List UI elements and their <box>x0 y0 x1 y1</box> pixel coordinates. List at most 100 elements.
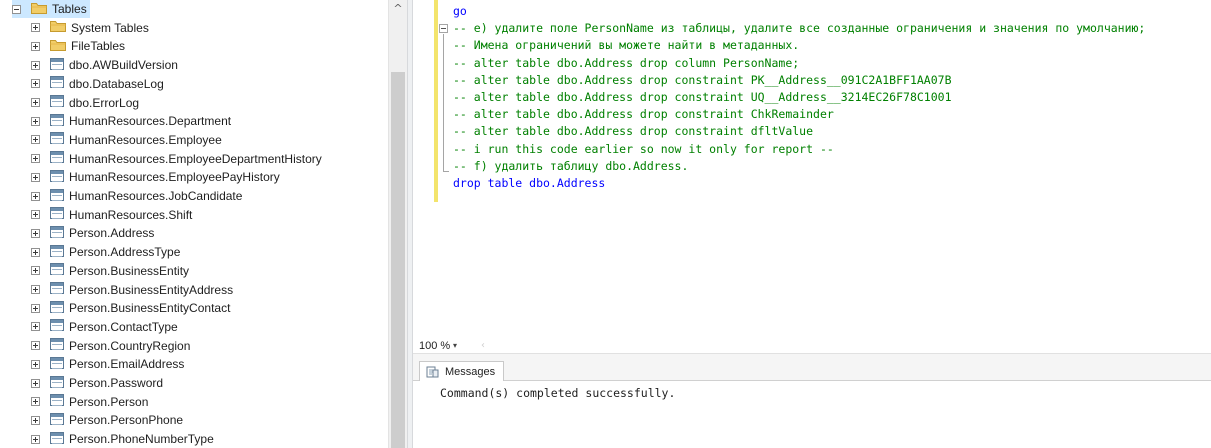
tree-node[interactable]: Person.Password <box>31 374 163 392</box>
object-explorer-scrollbar[interactable]: ^ <box>388 0 407 448</box>
expand-icon[interactable] <box>31 285 40 294</box>
code-line[interactable]: go <box>453 3 467 20</box>
code-line[interactable]: -- alter table dbo.Address drop constrai… <box>453 89 952 106</box>
change-tracking-bar <box>434 0 438 202</box>
expand-icon[interactable] <box>31 116 40 126</box>
expand-icon[interactable] <box>31 210 40 220</box>
table-icon <box>50 300 64 316</box>
tree-node[interactable]: Person.CountryRegion <box>31 337 190 355</box>
scroll-up-arrow-icon[interactable]: ^ <box>389 0 407 18</box>
query-editor[interactable]: go -- e) удалите поле PersonName из табли… <box>413 0 1211 339</box>
tree-node[interactable]: System Tables <box>31 19 149 37</box>
tree-node-label: Tables <box>52 2 87 16</box>
expand-icon[interactable] <box>31 322 40 332</box>
tree-node[interactable]: Person.AddressType <box>31 243 180 261</box>
tree-node[interactable]: Person.Person <box>31 393 148 411</box>
expand-icon[interactable] <box>31 228 40 238</box>
zoom-level[interactable]: 100 % <box>419 339 450 353</box>
expand-icon[interactable] <box>31 303 40 313</box>
tree-node[interactable]: dbo.DatabaseLog <box>31 75 164 93</box>
code-line[interactable]: -- Имена ограничений вы можете найти в м… <box>453 37 799 54</box>
tree-node-label: Person.Person <box>69 394 149 409</box>
table-icon <box>50 57 64 73</box>
collapse-icon[interactable] <box>12 4 21 14</box>
tree-node[interactable]: HumanResources.EmployeePayHistory <box>31 168 280 186</box>
scroll-left-arrow-icon[interactable]: ‹ <box>481 339 485 353</box>
messages-pane: Command(s) completed successfully. <box>413 381 1211 448</box>
folder-icon <box>50 20 66 35</box>
expand-icon[interactable] <box>31 266 40 276</box>
table-icon <box>50 132 64 147</box>
expand-icon[interactable] <box>31 135 40 145</box>
code-line[interactable]: -- alter table dbo.Address drop column P… <box>453 55 799 72</box>
tree-node[interactable]: Person.PersonPhone <box>31 411 183 429</box>
expand-icon[interactable] <box>31 378 40 388</box>
code-line[interactable]: drop table dbo.Address <box>453 175 605 192</box>
expand-icon[interactable] <box>31 434 40 444</box>
expand-icon[interactable] <box>31 359 40 369</box>
tree-node[interactable]: dbo.ErrorLog <box>31 94 139 112</box>
tree-node-label: Person.EmailAddress <box>69 357 185 372</box>
expand-icon[interactable] <box>31 60 40 70</box>
table-icon <box>50 375 64 391</box>
tree-node[interactable]: Person.BusinessEntity <box>31 262 189 280</box>
tree-node[interactable]: Person.BusinessEntityAddress <box>31 281 233 299</box>
tab-messages-label: Messages <box>445 366 496 378</box>
collapse-region-icon[interactable] <box>439 24 448 33</box>
expand-icon[interactable] <box>31 79 40 89</box>
tree-node-label: Person.AddressType <box>69 245 181 260</box>
code-line[interactable]: -- alter table dbo.Address drop constrai… <box>453 123 813 140</box>
table-icon <box>50 151 64 166</box>
outline-line-end <box>443 171 449 172</box>
tree-node-label: Person.BusinessEntityContact <box>69 301 231 316</box>
expand-icon[interactable] <box>31 415 40 425</box>
tree-node[interactable]: HumanResources.EmployeeDepartmentHistory <box>31 150 322 168</box>
tree-node[interactable]: Person.Address <box>31 224 154 242</box>
expand-icon[interactable] <box>31 191 40 201</box>
tree-node[interactable]: Person.PhoneNumberType <box>31 430 214 448</box>
zoom-dropdown-icon[interactable]: ▾ <box>453 339 457 353</box>
tree-node-label: HumanResources.Department <box>69 114 232 129</box>
expand-icon[interactable] <box>31 23 40 33</box>
tree-node-label: Person.ContactType <box>69 319 178 334</box>
table-icon <box>50 188 64 204</box>
object-explorer: Tables System Tables FileTables dbo.AWBuild… <box>0 0 407 448</box>
tree-node-label: Person.PersonPhone <box>69 413 184 428</box>
tree-node[interactable]: HumanResources.Shift <box>31 206 192 224</box>
expand-icon[interactable] <box>31 154 40 164</box>
tree-node[interactable]: Person.ContactType <box>31 318 178 336</box>
tree-node[interactable]: FileTables <box>31 37 125 55</box>
tree-node[interactable]: HumanResources.Department <box>31 112 231 130</box>
folder-icon <box>50 39 66 54</box>
tree-node[interactable]: HumanResources.Employee <box>31 131 222 149</box>
tree-node-label: Person.Address <box>69 226 155 241</box>
expand-icon[interactable] <box>31 41 40 51</box>
code-line[interactable]: -- alter table dbo.Address drop constrai… <box>453 72 952 89</box>
messages-icon <box>426 366 439 378</box>
tree-node-label: dbo.ErrorLog <box>69 95 140 110</box>
expand-icon[interactable] <box>31 172 40 182</box>
tree-node[interactable]: Person.EmailAddress <box>31 355 184 373</box>
code-line[interactable]: -- alter table dbo.Address drop constrai… <box>453 106 834 123</box>
tab-messages[interactable]: Messages <box>419 361 505 382</box>
scrollbar-thumb[interactable] <box>391 72 405 448</box>
code-line[interactable]: -- i run this code earlier so now it onl… <box>453 141 834 158</box>
tree-node-tables[interactable]: Tables <box>12 0 90 18</box>
expand-icon[interactable] <box>31 397 40 407</box>
expand-icon[interactable] <box>31 341 40 351</box>
tree-node[interactable]: dbo.AWBuildVersion <box>31 56 178 74</box>
table-icon <box>50 76 64 91</box>
expand-icon[interactable] <box>31 247 40 257</box>
table-icon <box>50 431 64 447</box>
tree-node-label: FileTables <box>71 39 126 54</box>
tree-node-label: HumanResources.EmployeePayHistory <box>69 170 280 185</box>
tree-node[interactable]: Person.BusinessEntityContact <box>31 299 230 317</box>
object-explorer-tree: Tables System Tables FileTables dbo.AWBuild… <box>0 0 388 448</box>
table-icon <box>50 113 64 129</box>
table-icon <box>50 356 64 372</box>
tree-node[interactable]: HumanResources.JobCandidate <box>31 187 242 205</box>
folder-icon <box>31 2 47 17</box>
expand-icon[interactable] <box>31 98 40 107</box>
code-line[interactable]: -- e) удалите поле PersonName из таблицы… <box>453 20 1145 37</box>
code-line[interactable]: -- f) удалить таблицу dbo.Address. <box>453 158 688 175</box>
